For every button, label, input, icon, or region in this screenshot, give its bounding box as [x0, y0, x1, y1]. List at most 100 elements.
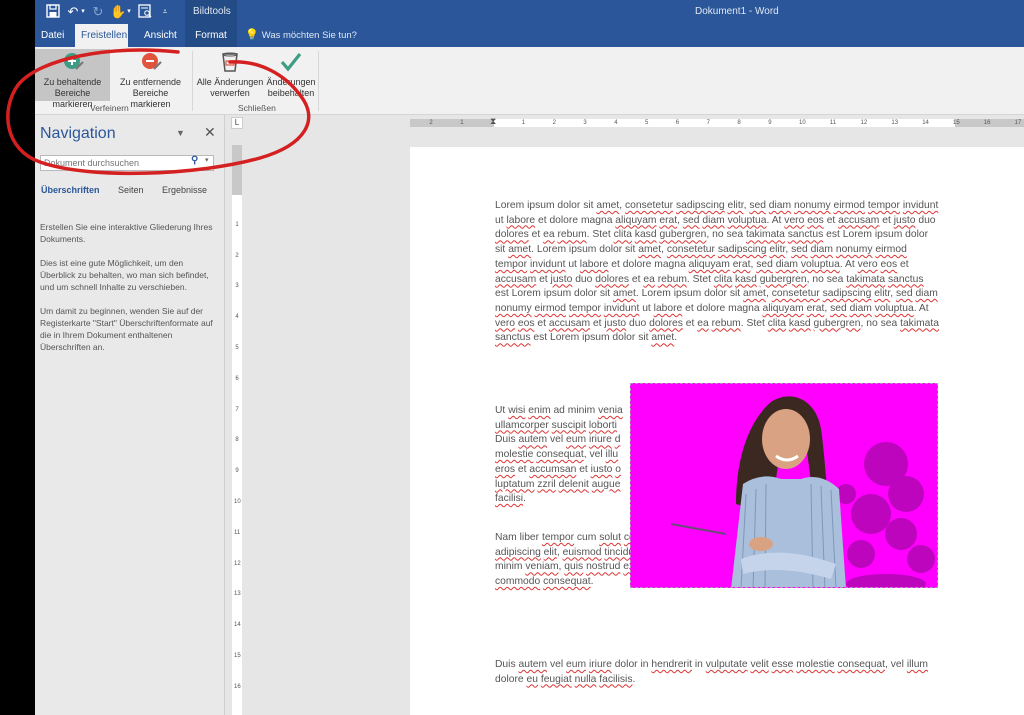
- word: Duis: [495, 434, 516, 446]
- ruler-tick-label: 7: [706, 120, 710, 126]
- word: takimata: [745, 229, 785, 241]
- word: tempor: [495, 258, 528, 270]
- word: sanctus: [787, 229, 824, 241]
- nav-help-text: Dies ist eine gute Möglichkeit, um den Ü…: [40, 258, 209, 292]
- mark-areas-to-keep-button[interactable]: Zu behaltende Bereiche markieren: [35, 49, 110, 109]
- word: eirmod: [833, 200, 865, 211]
- word: voluptua: [800, 258, 840, 270]
- word: facilisis: [599, 673, 633, 685]
- word: cum: [576, 532, 597, 543]
- ruler-tick-label: 8: [235, 437, 239, 444]
- nav-tab-headings[interactable]: Überschriften: [41, 185, 100, 195]
- word: ipsum: [874, 229, 903, 241]
- word: accusam: [838, 214, 880, 226]
- indent-marker-icon[interactable]: ⧗: [490, 117, 496, 126]
- ruler-tick-label: 10: [234, 499, 241, 505]
- nav-tab-results[interactable]: Ergebnisse: [162, 185, 207, 195]
- word: velit: [750, 659, 769, 670]
- word: Lorem: [842, 229, 872, 241]
- mark-remove-label-1: Zu entfernende: [119, 77, 182, 87]
- word: est: [495, 288, 509, 300]
- discard-changes-icon: [222, 52, 238, 72]
- ruler-tick-label: 3: [235, 283, 239, 290]
- discard-all-changes-button[interactable]: Alle Änderungen verwerfen: [195, 49, 265, 101]
- word: sed: [895, 288, 913, 300]
- word: dolores: [495, 229, 529, 241]
- search-icon[interactable]: ⚲: [191, 155, 198, 166]
- word: amet: [596, 200, 620, 211]
- word: ullamcorper: [495, 419, 549, 431]
- word: sadipscing: [822, 288, 872, 300]
- word: consequat: [536, 449, 584, 461]
- mark-areas-to-remove-button[interactable]: Zu entfernende Bereiche markieren: [112, 49, 189, 109]
- word: et: [826, 214, 836, 226]
- word: kasd: [735, 273, 757, 285]
- word: eos: [807, 214, 824, 226]
- document-paragraph[interactable]: Ut wisi enim ad minim venia ullamcorper …: [495, 404, 630, 507]
- tell-me-box[interactable]: 💡 Was möchten Sie tun?: [245, 24, 357, 47]
- group-label-schliessen: Schließen: [238, 103, 276, 113]
- word: consetetur: [625, 200, 674, 211]
- touch-mode-dropdown-icon[interactable]: ▾: [125, 4, 133, 20]
- word: facilisi: [495, 493, 524, 505]
- word: sit: [729, 288, 741, 300]
- word: sadipscing: [676, 200, 725, 211]
- save-icon[interactable]: [45, 4, 61, 20]
- word: dolore: [622, 258, 652, 270]
- ruler-tick-label: 11: [829, 120, 837, 126]
- tab-format[interactable]: Format: [185, 24, 237, 47]
- document-search-input[interactable]: [40, 155, 214, 171]
- word: erat: [806, 302, 825, 314]
- word: elitr: [727, 200, 744, 211]
- word: Lorem: [511, 288, 541, 300]
- print-preview-icon[interactable]: [137, 4, 153, 20]
- word: delenit: [558, 478, 589, 490]
- contextual-tab-group-label: Bildtools: [193, 6, 231, 17]
- keep-label-2: beibehalten: [267, 88, 315, 98]
- ruler-tick-label: 3: [583, 120, 587, 126]
- tab-ansicht[interactable]: Ansicht: [138, 24, 183, 47]
- word: vel: [549, 434, 564, 446]
- document-paragraph[interactable]: Duis autem vel eum iriure dolor in hendr…: [495, 658, 940, 687]
- ruler-tick-label: 15: [234, 653, 241, 659]
- word: Lorem: [641, 288, 671, 300]
- word: et: [537, 214, 547, 226]
- word: euismod: [562, 546, 602, 558]
- word: eum: [566, 434, 587, 446]
- mark-remove-icon: [141, 53, 162, 70]
- horizontal-ruler-left-margin: [410, 119, 494, 127]
- word: sea: [880, 317, 898, 329]
- redo-icon[interactable]: ↻: [90, 4, 106, 20]
- nav-tab-pages[interactable]: Seiten: [118, 185, 144, 195]
- word: Lorem: [550, 332, 580, 344]
- tab-freistellen[interactable]: Freistellen: [75, 24, 128, 47]
- word: ea: [543, 229, 555, 241]
- group-separator: [318, 51, 319, 111]
- search-options-icon[interactable]: ▾: [205, 156, 209, 164]
- word: consetetur: [771, 288, 820, 300]
- ruler-tick-label: 12: [234, 560, 241, 567]
- word: no: [812, 273, 824, 285]
- customize-qat-icon[interactable]: ⩡: [157, 4, 173, 20]
- document-paragraph[interactable]: Lorem ipsum dolor sit amet, consetetur s…: [495, 199, 940, 346]
- touch-mode-icon[interactable]: ✋: [110, 4, 126, 20]
- ruler-tick-label: 13: [234, 591, 241, 598]
- ribbon-tabs: Datei Freistellen Ansicht Format 💡 Was mö…: [35, 24, 1024, 47]
- word: et: [537, 317, 546, 329]
- word: magna: [654, 258, 686, 270]
- keep-changes-button[interactable]: Änderungen beibehalten: [266, 49, 316, 101]
- background-removal-picture[interactable]: [630, 383, 938, 588]
- ruler-tick-label: 13: [891, 120, 899, 126]
- tab-selector[interactable]: L: [231, 117, 243, 129]
- horizontal-ruler[interactable]: 2 1 1 2 3 4 5 6 7 8 9 10 11 12 13 14 15 16 17 ⧗: [410, 117, 1024, 127]
- tab-datei[interactable]: Datei: [35, 24, 70, 47]
- vertical-ruler[interactable]: 1 2 3 4 5 6 7 8 9 10 11 12 13 14 15 16: [232, 145, 242, 715]
- word: accusam: [495, 273, 537, 285]
- close-icon[interactable]: ✕: [204, 124, 216, 141]
- undo-dropdown-icon[interactable]: ▾: [79, 4, 87, 20]
- word: diam: [810, 244, 833, 256]
- word: zzril: [537, 478, 556, 490]
- word: rebum: [711, 317, 741, 329]
- pane-options-icon[interactable]: ▼: [176, 128, 185, 138]
- word: amet: [508, 244, 532, 256]
